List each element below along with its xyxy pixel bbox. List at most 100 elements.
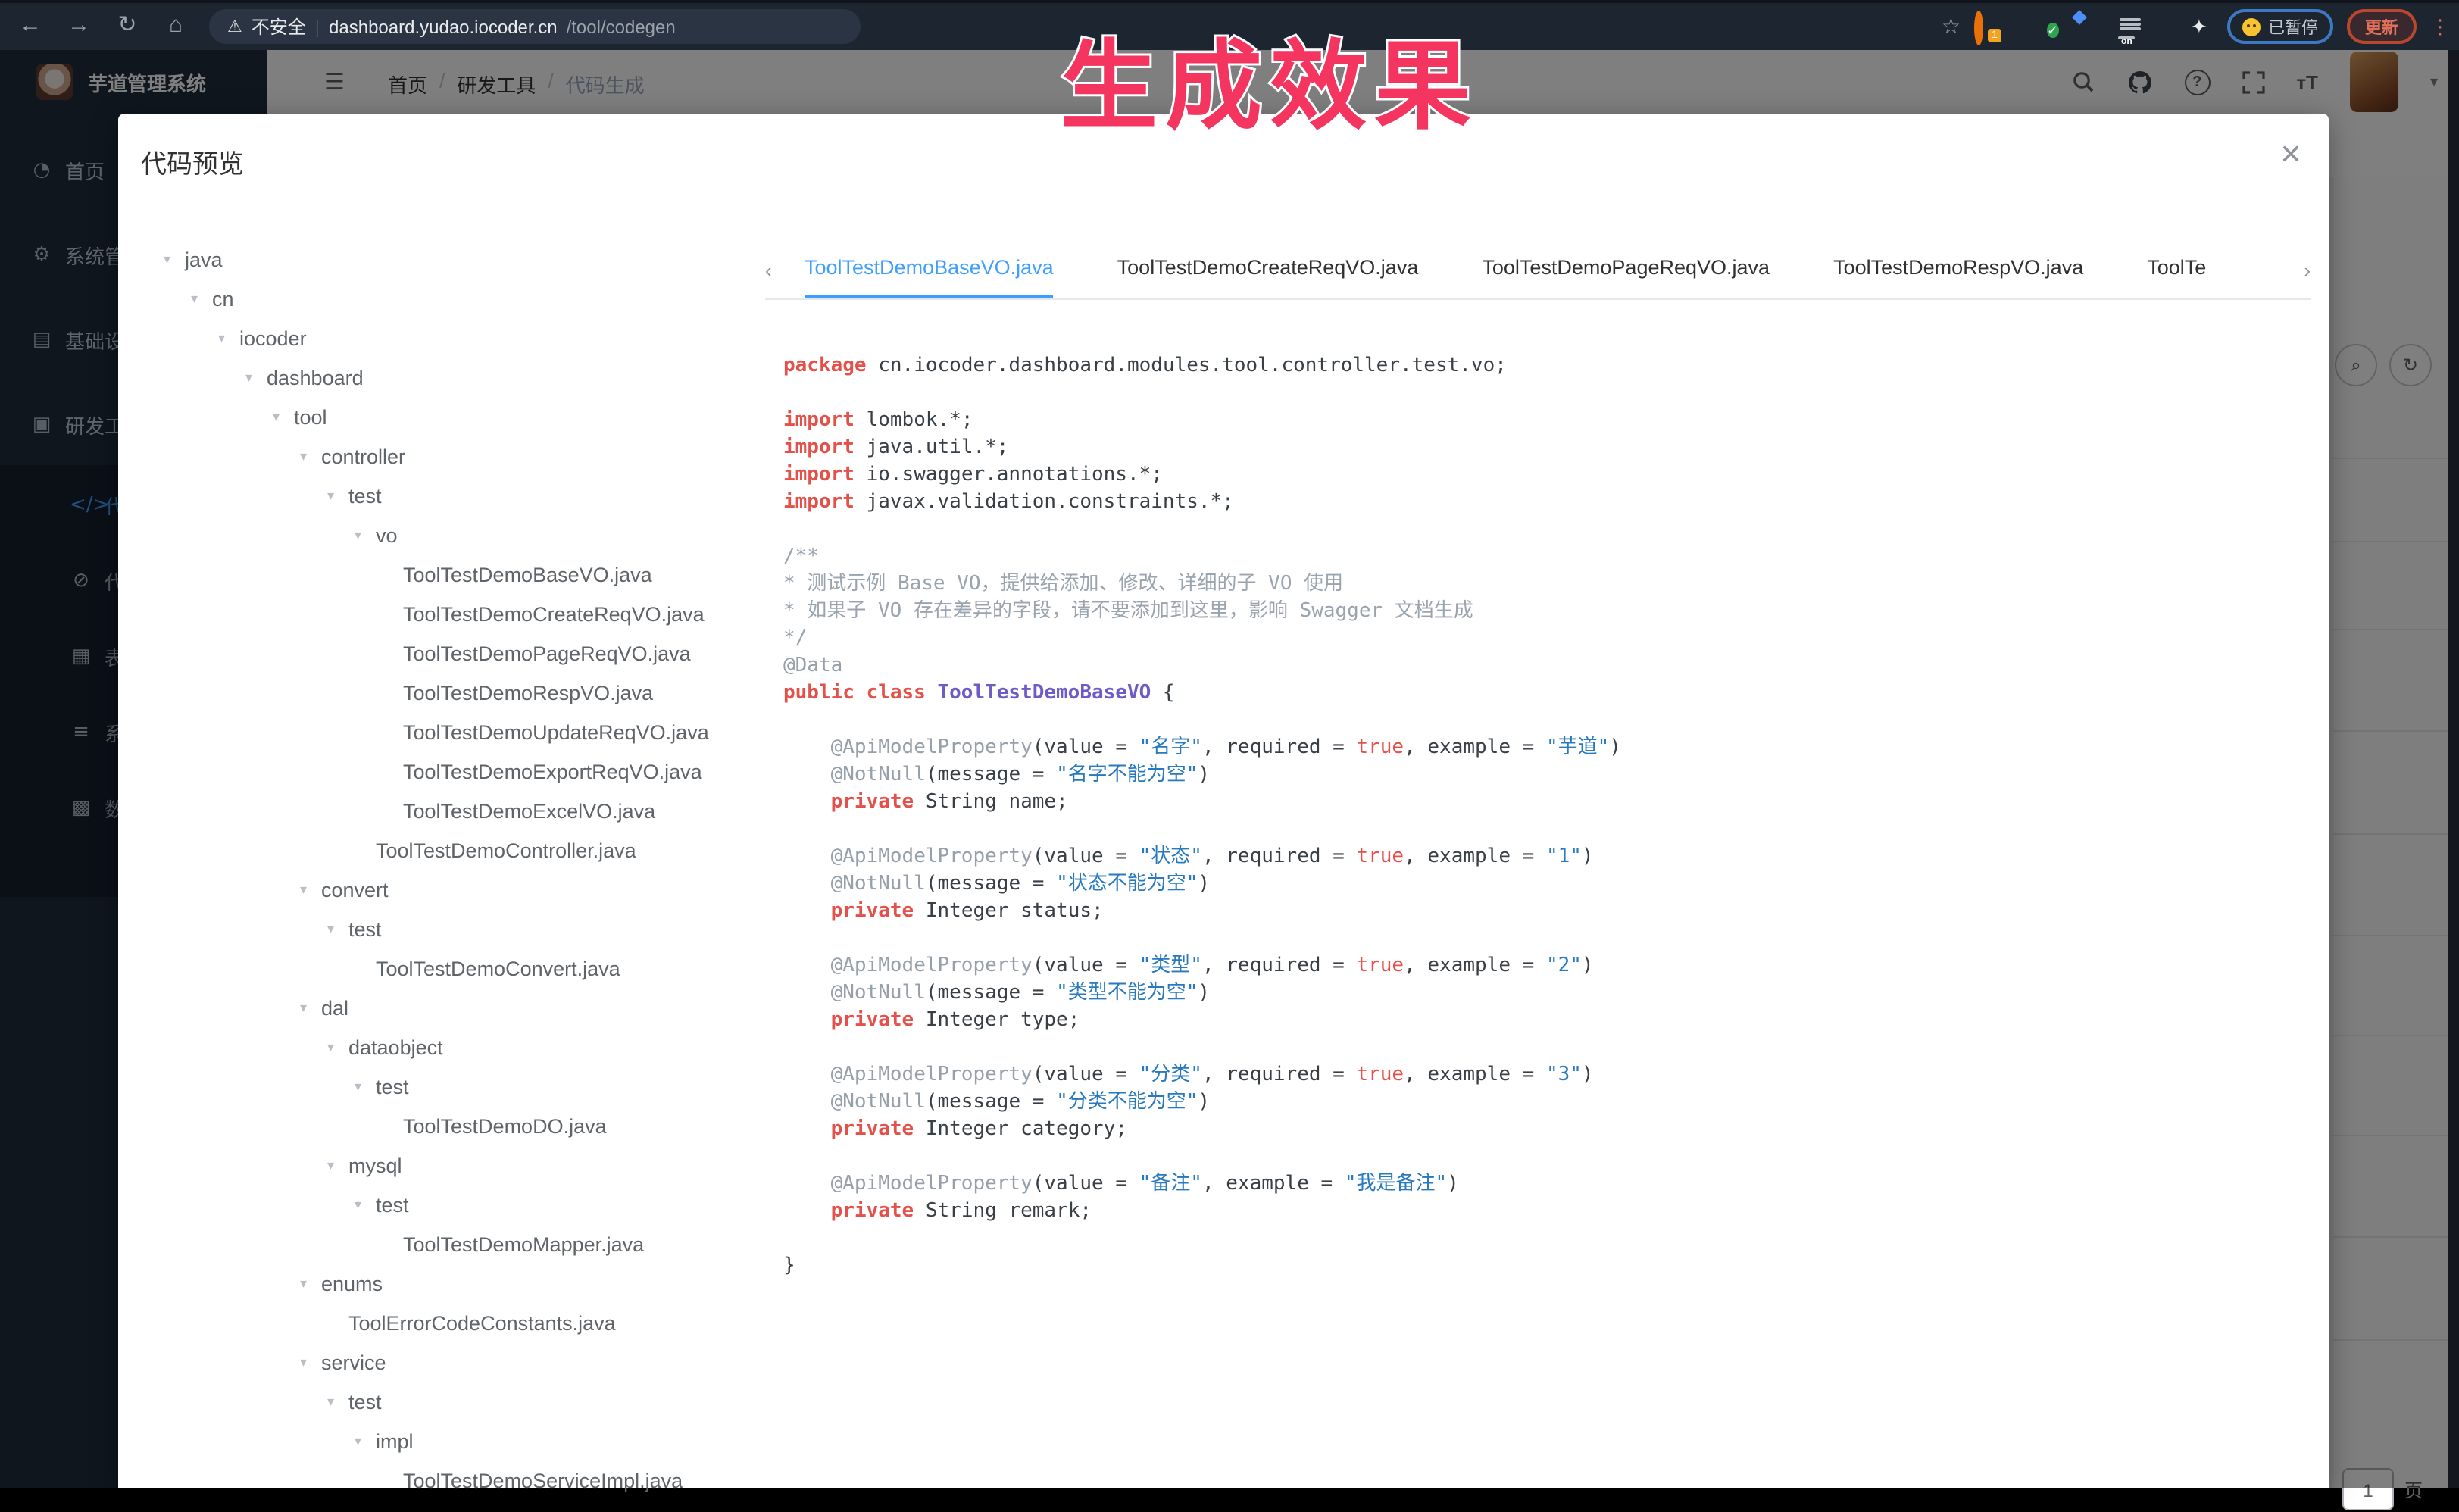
annotation-text: 生成效果 bbox=[1061, 9, 1479, 148]
tree-node-label: ToolTestDemoCreateReqVO.java bbox=[403, 602, 705, 625]
code-line: private Integer category; bbox=[783, 1117, 1621, 1144]
modal-title: 代码预览 bbox=[141, 142, 244, 180]
tree-folder[interactable]: ▾test bbox=[164, 476, 755, 515]
tree-file[interactable]: ToolTestDemoPageReqVO.java bbox=[164, 633, 755, 673]
tree-node-label: dal bbox=[321, 996, 348, 1019]
home-icon[interactable]: ⌂ bbox=[158, 3, 194, 50]
tree-folder[interactable]: ▾java bbox=[164, 239, 755, 279]
tree-node-label: ToolTestDemoMapper.java bbox=[403, 1232, 644, 1255]
tree-folder[interactable]: ▾mysql bbox=[164, 1145, 755, 1185]
tree-folder[interactable]: ▾impl bbox=[164, 1421, 755, 1460]
tree-node-label: ToolErrorCodeConstants.java bbox=[348, 1311, 616, 1334]
tree-node-label: mysql bbox=[348, 1154, 402, 1176]
update-button[interactable]: 更新 bbox=[2347, 9, 2417, 44]
paused-badge[interactable]: 已暂停 bbox=[2227, 9, 2333, 44]
tree-file[interactable]: ToolTestDemoCreateReqVO.java bbox=[164, 594, 755, 633]
file-tab[interactable]: ToolTe bbox=[2147, 242, 2206, 298]
tree-folder[interactable]: ▾enums bbox=[164, 1264, 755, 1303]
caret-down-icon[interactable]: ▾ bbox=[327, 1393, 348, 1410]
tree-file[interactable]: ToolTestDemoServiceImpl.java bbox=[164, 1460, 755, 1500]
file-tab[interactable]: ToolTestDemoBaseVO.java bbox=[805, 242, 1054, 298]
caret-down-icon[interactable]: ▾ bbox=[300, 448, 321, 464]
pin-extension-icon[interactable] bbox=[2011, 15, 2033, 38]
tag-extension-icon[interactable] bbox=[2083, 15, 2106, 38]
reload-icon[interactable]: ↻ bbox=[109, 3, 145, 50]
caret-down-icon[interactable]: ▾ bbox=[164, 251, 185, 267]
tree-file[interactable]: ToolTestDemoDO.java bbox=[164, 1106, 755, 1145]
tree-file[interactable]: ToolTestDemoMapper.java bbox=[164, 1224, 755, 1264]
tree-node-label: enums bbox=[321, 1272, 383, 1295]
tree-node-label: ToolTestDemoPageReqVO.java bbox=[403, 642, 691, 664]
tree-file[interactable]: ToolTestDemoUpdateReqVO.java bbox=[164, 712, 755, 751]
tree-folder[interactable]: ▾service bbox=[164, 1342, 755, 1382]
tree-folder[interactable]: ▾dataobject bbox=[164, 1027, 755, 1067]
tree-folder[interactable]: ▾test bbox=[164, 1382, 755, 1421]
tree-folder[interactable]: ▾vo bbox=[164, 515, 755, 555]
extension-icon[interactable]: 1 bbox=[1974, 15, 1997, 38]
extension-count-badge: 1 bbox=[1988, 29, 2001, 42]
tree-folder[interactable]: ▾cn bbox=[164, 279, 755, 318]
file-tab[interactable]: ToolTestDemoRespVO.java bbox=[1833, 242, 2083, 298]
caret-down-icon[interactable]: ▾ bbox=[245, 369, 267, 386]
code-line: import java.util.*; bbox=[783, 435, 1621, 462]
tab-scroll-left-icon[interactable]: ‹ bbox=[765, 242, 795, 298]
back-icon[interactable]: ← bbox=[12, 3, 48, 50]
code-line: @NotNull(message = "名字不能为空") bbox=[783, 762, 1621, 789]
tree-node-label: service bbox=[321, 1351, 386, 1373]
caret-down-icon[interactable]: ▾ bbox=[327, 487, 348, 504]
code-line: @ApiModelProperty(value = "类型", required… bbox=[783, 953, 1621, 980]
browser-menu-icon[interactable]: ⋮ bbox=[2430, 14, 2450, 39]
tree-folder[interactable]: ▾controller bbox=[164, 436, 755, 476]
code-line: /** bbox=[783, 544, 1621, 571]
caret-down-icon[interactable]: ▾ bbox=[355, 1432, 376, 1449]
file-tab[interactable]: ToolTestDemoCreateReqVO.java bbox=[1117, 242, 1419, 298]
tree-folder[interactable]: ▾iocoder bbox=[164, 318, 755, 358]
sprout-extension-icon[interactable] bbox=[2154, 15, 2177, 38]
tree-node-label: test bbox=[376, 1193, 409, 1216]
code-line bbox=[783, 1035, 1621, 1062]
address-bar[interactable]: ⚠ 不安全 | dashboard.yudao.iocoder.cn /tool… bbox=[209, 9, 861, 44]
tree-file[interactable]: ToolTestDemoExcelVO.java bbox=[164, 791, 755, 830]
tree-folder[interactable]: ▾dashboard bbox=[164, 358, 755, 397]
caret-down-icon[interactable]: ▾ bbox=[300, 999, 321, 1016]
caret-down-icon[interactable]: ▾ bbox=[355, 1196, 376, 1213]
tree-file[interactable]: ToolTestDemoExportReqVO.java bbox=[164, 751, 755, 791]
tree-folder[interactable]: ▾dal bbox=[164, 988, 755, 1027]
tree-folder[interactable]: ▾tool bbox=[164, 397, 755, 436]
tree-node-label: dataobject bbox=[348, 1036, 443, 1058]
check-extension-icon[interactable]: ✓ bbox=[2047, 15, 2070, 38]
caret-down-icon[interactable]: ▾ bbox=[327, 920, 348, 937]
tree-node-label: java bbox=[185, 248, 223, 270]
tree-node-label: convert bbox=[321, 878, 389, 901]
close-icon[interactable]: ✕ bbox=[2276, 139, 2306, 171]
tree-folder[interactable]: ▾test bbox=[164, 1185, 755, 1224]
tree-folder[interactable]: ▾test bbox=[164, 1067, 755, 1106]
tree-folder[interactable]: ▾convert bbox=[164, 870, 755, 909]
tree-file[interactable]: ToolTestDemoConvert.java bbox=[164, 948, 755, 988]
tree-file[interactable]: ToolTestDemoRespVO.java bbox=[164, 673, 755, 712]
caret-down-icon[interactable]: ▾ bbox=[218, 330, 239, 346]
tree-file[interactable]: ToolErrorCodeConstants.java bbox=[164, 1303, 755, 1342]
list-extension-icon[interactable]: on bbox=[2120, 16, 2141, 37]
caret-down-icon[interactable]: ▾ bbox=[300, 881, 321, 898]
caret-down-icon[interactable]: ▾ bbox=[355, 1078, 376, 1095]
caret-down-icon[interactable]: ▾ bbox=[327, 1157, 348, 1173]
caret-down-icon[interactable]: ▾ bbox=[355, 526, 376, 543]
caret-down-icon[interactable]: ▾ bbox=[300, 1275, 321, 1292]
tree-file[interactable]: ToolTestDemoBaseVO.java bbox=[164, 555, 755, 594]
caret-down-icon[interactable]: ▾ bbox=[191, 290, 212, 307]
tree-file[interactable]: ToolTestDemoController.java bbox=[164, 830, 755, 870]
bookmark-star-icon[interactable]: ☆ bbox=[1942, 14, 1961, 39]
tree-folder[interactable]: ▾test bbox=[164, 909, 755, 948]
tab-scroll-right-icon[interactable]: › bbox=[2280, 242, 2311, 298]
caret-down-icon[interactable]: ▾ bbox=[273, 408, 294, 425]
code-line: @Data bbox=[783, 653, 1621, 680]
puzzle-extension-icon[interactable]: ✦ bbox=[2191, 15, 2214, 38]
forward-icon[interactable]: → bbox=[61, 3, 97, 50]
file-tab[interactable]: ToolTestDemoPageReqVO.java bbox=[1482, 242, 1770, 298]
file-tree: ▾java▾cn▾iocoder▾dashboard▾tool▾controll… bbox=[164, 239, 755, 1500]
caret-down-icon[interactable]: ▾ bbox=[300, 1354, 321, 1370]
tree-node-label: ToolTestDemoDO.java bbox=[403, 1114, 607, 1137]
caret-down-icon[interactable]: ▾ bbox=[327, 1039, 348, 1055]
code-line: @ApiModelProperty(value = "分类", required… bbox=[783, 1062, 1621, 1089]
